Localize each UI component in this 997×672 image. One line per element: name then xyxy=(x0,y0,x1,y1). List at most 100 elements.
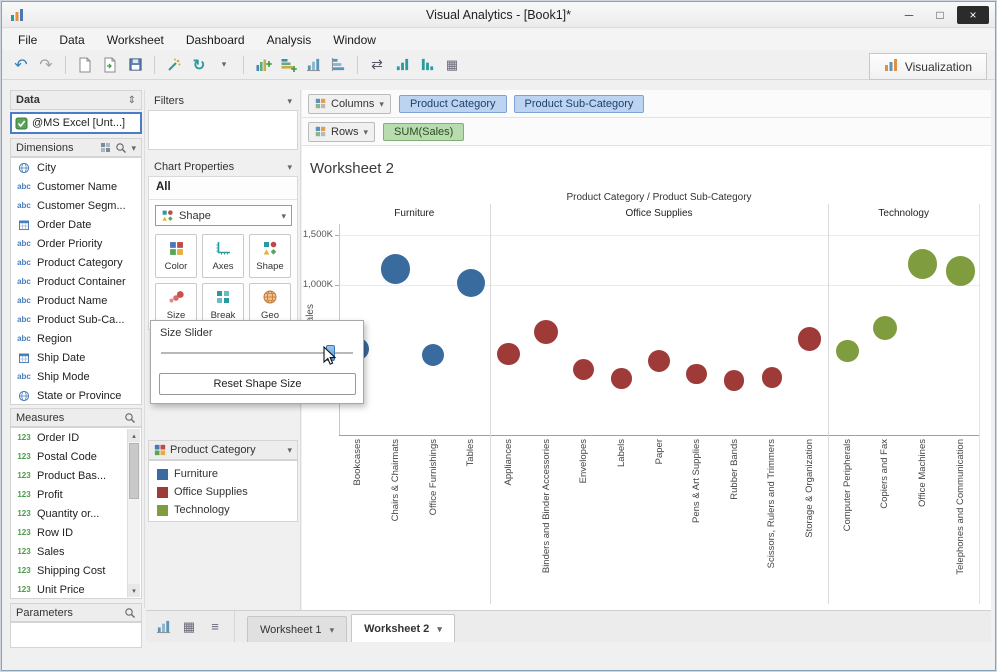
mark-type-dropdown[interactable]: Shape xyxy=(155,205,292,226)
dimension-item[interactable]: State or Province xyxy=(11,386,141,405)
mark-circle[interactable] xyxy=(573,359,594,380)
dimension-item[interactable]: City xyxy=(11,158,141,177)
search-icon[interactable] xyxy=(124,607,136,619)
maximize-button[interactable]: □ xyxy=(926,6,954,24)
mark-circle[interactable] xyxy=(724,370,744,390)
undo-icon[interactable]: ↶ xyxy=(10,54,32,76)
reset-shape-size-button[interactable]: Reset Shape Size xyxy=(159,373,356,395)
axes-tile-button[interactable]: Axes xyxy=(202,234,244,278)
swap-icon[interactable]: ⇄ xyxy=(366,54,388,76)
colchart-icon[interactable] xyxy=(327,54,349,76)
sort-updown-icon[interactable] xyxy=(128,94,136,106)
barchart-icon[interactable] xyxy=(302,54,324,76)
minimize-button[interactable]: ─ xyxy=(895,6,923,24)
barchart-icon[interactable] xyxy=(154,618,172,636)
mark-circle[interactable] xyxy=(798,327,822,351)
measure-item[interactable]: 123Row ID xyxy=(11,523,128,542)
mark-circle[interactable] xyxy=(686,364,707,385)
mark-circle[interactable] xyxy=(873,316,898,341)
hierarchy-icon[interactable] xyxy=(100,142,111,153)
mark-circle[interactable] xyxy=(611,368,632,389)
mark-circle[interactable] xyxy=(908,249,938,279)
sort-asc-icon[interactable] xyxy=(391,54,413,76)
dimension-item[interactable]: abcShip Mode xyxy=(11,367,141,386)
caret-icon[interactable]: ▾ xyxy=(213,54,235,76)
measure-item[interactable]: 123Order ID xyxy=(11,428,128,447)
mark-circle[interactable] xyxy=(648,350,670,372)
chevron-down-icon[interactable] xyxy=(287,161,292,173)
sort-desc-icon[interactable] xyxy=(416,54,438,76)
menu-analysis[interactable]: Analysis xyxy=(267,33,312,47)
chevron-down-icon[interactable] xyxy=(287,444,292,456)
measure-item[interactable]: 123Quantity or... xyxy=(11,504,128,523)
legend-item[interactable]: Furniture xyxy=(149,465,297,483)
measure-item[interactable]: 123Postal Code xyxy=(11,447,128,466)
measure-item[interactable]: 123Unit Price xyxy=(11,580,128,599)
save-icon[interactable] xyxy=(124,54,146,76)
search-icon[interactable] xyxy=(124,412,136,424)
measures-scrollbar[interactable] xyxy=(127,429,140,597)
shape-tile-button[interactable]: Shape xyxy=(249,234,291,278)
mark-circle[interactable] xyxy=(497,343,519,365)
dimension-item[interactable]: abcCustomer Name xyxy=(11,177,141,196)
dimension-item[interactable]: abcProduct Container xyxy=(11,272,141,291)
dimension-item[interactable]: Order Date xyxy=(11,215,141,234)
mark-circle[interactable] xyxy=(534,320,558,344)
data-panel-header[interactable]: Data xyxy=(10,90,142,110)
sheet-tab[interactable]: Worksheet 2 xyxy=(351,614,455,642)
measure-item[interactable]: 123Sales xyxy=(11,542,128,561)
close-button[interactable]: × xyxy=(957,6,989,24)
dimension-item[interactable]: abcProduct Name xyxy=(11,291,141,310)
chevron-down-icon[interactable] xyxy=(437,623,442,635)
mark-circle[interactable] xyxy=(422,344,444,366)
parameters-header[interactable]: Parameters xyxy=(10,603,142,622)
data-source-item[interactable]: @MS Excel [Unt...] xyxy=(10,112,142,134)
dimension-item[interactable]: abcProduct Category xyxy=(11,253,141,272)
import-icon[interactable] xyxy=(99,54,121,76)
mark-circle[interactable] xyxy=(946,256,975,285)
measure-item[interactable]: 123Shipping Cost xyxy=(11,561,128,580)
visualization-toggle[interactable]: Visualization xyxy=(869,53,987,80)
redo-icon[interactable]: ↷ xyxy=(35,54,57,76)
mark-circle[interactable] xyxy=(836,340,859,363)
measures-header[interactable]: Measures xyxy=(10,408,142,427)
mark-circle[interactable] xyxy=(762,367,783,388)
menu-data[interactable]: Data xyxy=(59,33,84,47)
chart-properties-header[interactable]: Chart Properties xyxy=(148,158,298,176)
shelf-pill[interactable]: SUM(Sales) xyxy=(383,123,464,141)
legend-item[interactable]: Office Supplies xyxy=(149,483,297,501)
legend-header[interactable]: Product Category xyxy=(148,440,298,460)
dimension-item[interactable]: abcRegion xyxy=(11,329,141,348)
new-file-icon[interactable] xyxy=(74,54,96,76)
wand-icon[interactable] xyxy=(163,54,185,76)
grid-icon[interactable]: ▦ xyxy=(180,618,198,636)
measure-item[interactable]: 123Product Bas... xyxy=(11,466,128,485)
columns-button[interactable]: Columns xyxy=(308,94,391,114)
menu-worksheet[interactable]: Worksheet xyxy=(107,33,164,47)
measure-item[interactable]: 123Profit xyxy=(11,485,128,504)
mark-circle[interactable] xyxy=(457,269,485,297)
chevron-down-icon[interactable] xyxy=(131,142,136,154)
dimension-item[interactable]: abcOrder Priority xyxy=(11,234,141,253)
scroll-down-button[interactable] xyxy=(128,584,140,597)
color-tile-button[interactable]: Color xyxy=(155,234,197,278)
shelf-pill[interactable]: Product Category xyxy=(399,95,507,113)
filters-header[interactable]: Filters xyxy=(148,92,298,110)
search-icon[interactable] xyxy=(115,142,127,154)
colchart-add-icon[interactable] xyxy=(277,54,299,76)
scroll-thumb[interactable] xyxy=(129,443,139,499)
rows-button[interactable]: Rows xyxy=(308,122,375,142)
menu-dashboard[interactable]: Dashboard xyxy=(186,33,245,47)
dimension-item[interactable]: Ship Date xyxy=(11,348,141,367)
sheet-tab[interactable]: Worksheet 1 xyxy=(247,616,347,642)
refresh-icon[interactable]: ↻ xyxy=(188,54,210,76)
dimensions-header[interactable]: Dimensions xyxy=(10,138,142,157)
scroll-up-button[interactable] xyxy=(128,429,140,442)
shelf-pill[interactable]: Product Sub-Category xyxy=(514,95,645,113)
grid-icon[interactable]: ▦ xyxy=(441,54,463,76)
menu-file[interactable]: File xyxy=(18,33,37,47)
chevron-down-icon[interactable] xyxy=(287,95,292,107)
menu-window[interactable]: Window xyxy=(333,33,376,47)
dimension-item[interactable]: abcProduct Sub-Ca... xyxy=(11,310,141,329)
chevron-down-icon[interactable] xyxy=(330,624,335,636)
